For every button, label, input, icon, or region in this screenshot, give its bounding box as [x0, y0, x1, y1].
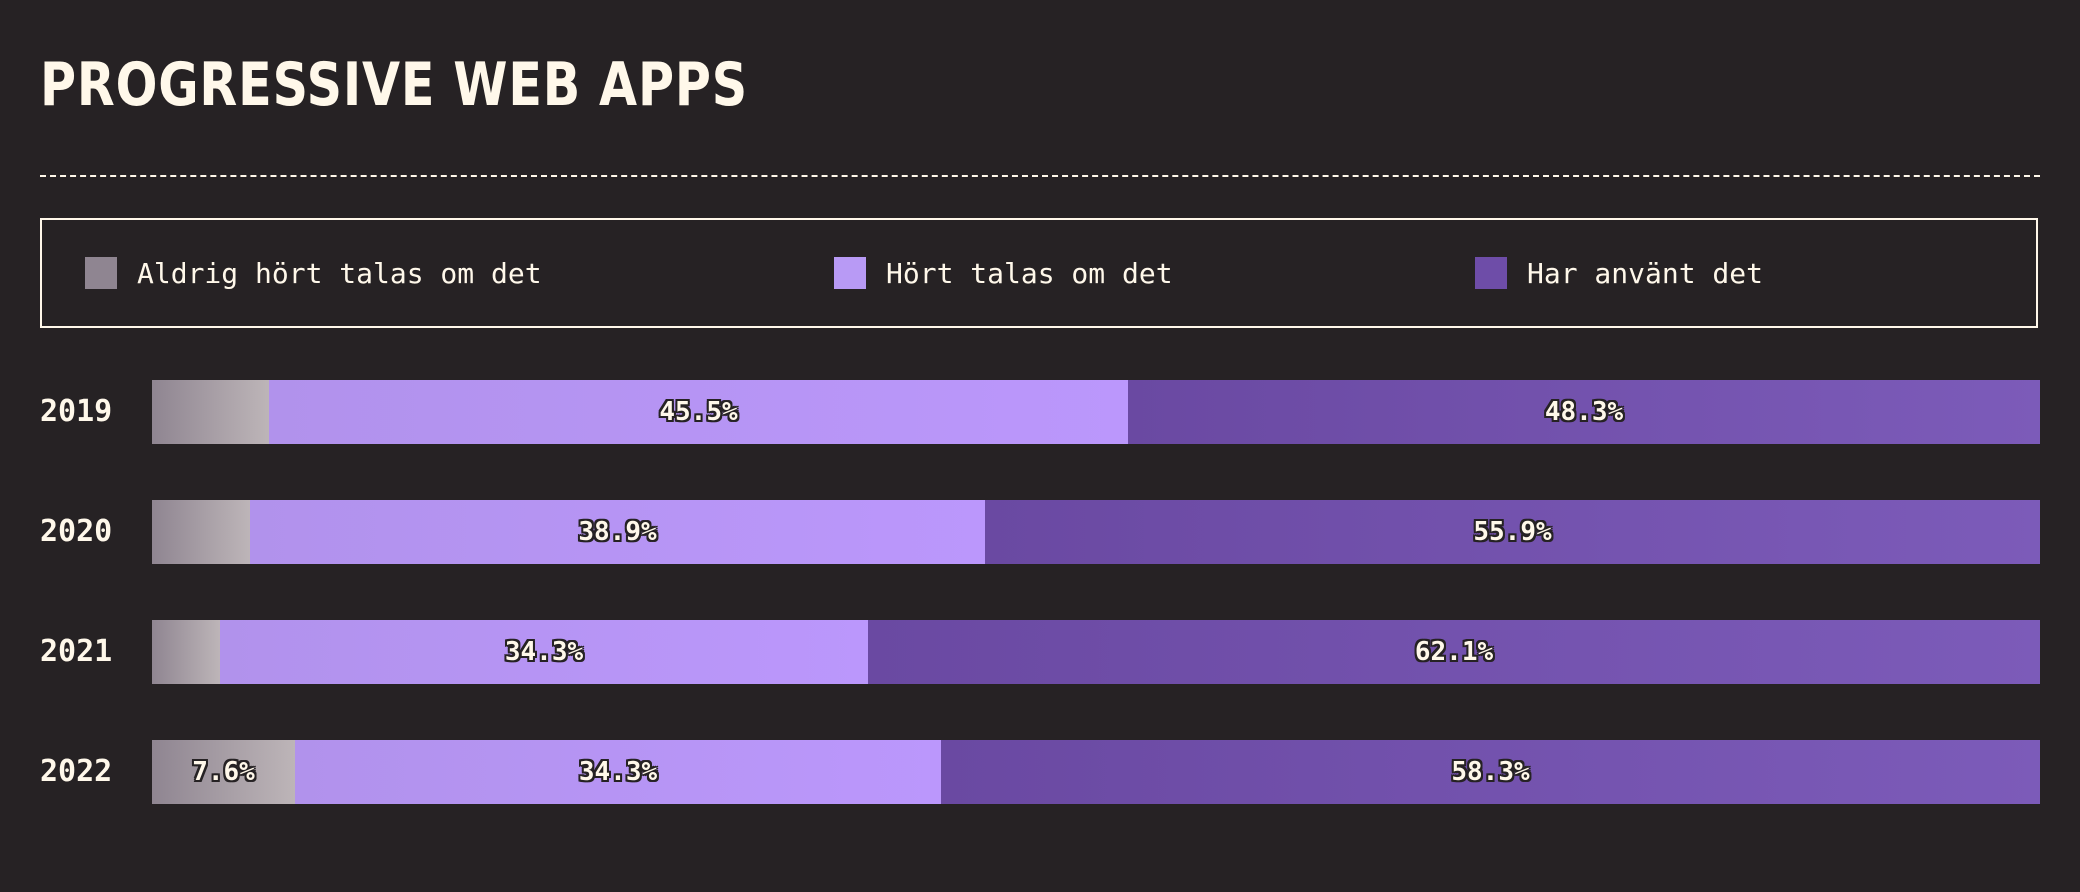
- legend-label-used: Har använt det: [1527, 256, 1764, 290]
- chart-page: PROGRESSIVE WEB APPS Aldrig hört talas o…: [0, 0, 2080, 892]
- bar-2020: 38.9% 55.9%: [152, 500, 2040, 564]
- legend-item-used[interactable]: Har använt det: [1475, 220, 1763, 326]
- year-label: 2019: [40, 394, 113, 429]
- bar-segment-used[interactable]: 58.3%: [941, 740, 2040, 804]
- legend-swatch-heard: [834, 257, 866, 289]
- data-label: 58.3%: [1451, 757, 1530, 787]
- legend-item-never-heard[interactable]: Aldrig hört talas om det: [85, 220, 542, 326]
- year-label: 2021: [40, 634, 113, 669]
- bar-2022: 7.6% 34.3% 58.3%: [152, 740, 2040, 804]
- bar-segment-never-heard[interactable]: [152, 620, 220, 684]
- bar-2019: 45.5% 48.3%: [152, 380, 2040, 444]
- data-label: 34.3%: [504, 637, 584, 667]
- bar-segment-used[interactable]: 48.3%: [1128, 380, 2040, 444]
- bar-segment-never-heard[interactable]: [152, 380, 269, 444]
- data-label: 48.3%: [1544, 397, 1624, 427]
- legend-item-heard[interactable]: Hört talas om det: [834, 220, 1173, 326]
- legend-swatch-used: [1475, 257, 1507, 289]
- legend-label-never-heard: Aldrig hört talas om det: [137, 256, 542, 290]
- bar-segment-heard[interactable]: 45.5%: [269, 380, 1128, 444]
- year-label: 2022: [40, 754, 113, 789]
- bar-segment-heard[interactable]: 34.3%: [295, 740, 941, 804]
- bar-segment-used[interactable]: 55.9%: [985, 500, 2040, 564]
- legend-label-heard: Hört talas om det: [886, 256, 1173, 290]
- bar-segment-heard[interactable]: 38.9%: [250, 500, 985, 564]
- year-label: 2020: [40, 514, 113, 549]
- data-label: 62.1%: [1414, 637, 1494, 667]
- bar-segment-never-heard[interactable]: [152, 500, 250, 564]
- data-label: 7.6%: [192, 757, 255, 787]
- bar-segment-never-heard[interactable]: 7.6%: [152, 740, 295, 804]
- data-label: 34.3%: [578, 757, 658, 787]
- bar-2021: 34.3% 62.1%: [152, 620, 2040, 684]
- chart-title: PROGRESSIVE WEB APPS: [40, 50, 748, 120]
- legend-swatch-never-heard: [85, 257, 117, 289]
- bar-segment-heard[interactable]: 34.3%: [220, 620, 868, 684]
- title-divider: [40, 175, 2040, 177]
- data-label: 55.9%: [1473, 517, 1552, 547]
- bar-segment-used[interactable]: 62.1%: [868, 620, 2040, 684]
- legend: Aldrig hört talas om det Hört talas om d…: [40, 218, 2038, 328]
- data-label: 45.5%: [659, 397, 738, 427]
- data-label: 38.9%: [578, 517, 657, 547]
